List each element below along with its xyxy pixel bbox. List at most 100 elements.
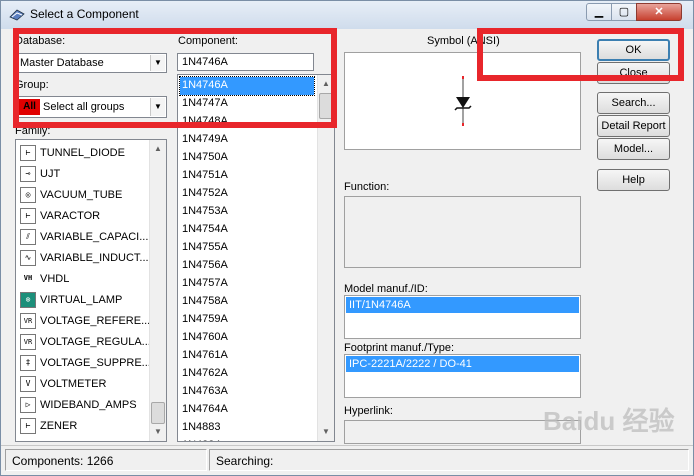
component-item-label: 1N4755A xyxy=(182,241,228,253)
family-item-ujt[interactable]: ⊸ UJT xyxy=(18,164,150,185)
component-item-label: 1N4752A xyxy=(182,187,228,199)
voltage-reference-icon: VR xyxy=(20,313,36,329)
status-searching-text: Searching: xyxy=(216,454,274,468)
family-item-varactor[interactable]: ⊢ VARACTOR xyxy=(18,206,150,227)
family-item-label: VARACTOR xyxy=(40,210,101,222)
component-item[interactable]: 1N4751A xyxy=(180,167,314,185)
component-item[interactable]: 1N4752A xyxy=(180,185,314,203)
component-item-label: 1N4763A xyxy=(182,385,228,397)
status-bar: Components: 1266 Searching: xyxy=(1,445,693,475)
family-item-variable-inductor[interactable]: ∿ VARIABLE_INDUCT... xyxy=(18,248,150,269)
family-item-voltage-regulator[interactable]: VR VOLTAGE_REGULA... xyxy=(18,332,151,353)
family-item-tunnel-diode[interactable]: ⊢ TUNNEL_DIODE xyxy=(18,143,150,164)
component-item[interactable]: 1N4760A xyxy=(180,329,314,347)
family-item-label: VARIABLE_CAPACI... xyxy=(40,231,149,243)
annotation-box-left xyxy=(13,28,337,128)
minimize-button[interactable]: ▁ xyxy=(586,3,612,21)
component-item[interactable]: 1N4761A xyxy=(180,347,314,365)
close-icon: ✕ xyxy=(654,6,664,18)
annotation-box-right xyxy=(477,28,684,81)
family-item-voltmeter[interactable]: V VOLTMETER xyxy=(18,374,150,395)
scroll-up-icon[interactable]: ▲ xyxy=(150,141,166,157)
watermark: Baidu 经验 xyxy=(543,406,675,436)
maximize-icon: ▢ xyxy=(618,6,630,18)
search-button[interactable]: Search... xyxy=(597,92,670,114)
component-item-label: 1N4884 xyxy=(182,439,221,441)
family-item-vhdl[interactable]: VH VHDL xyxy=(18,269,150,290)
voltage-suppressor-icon: ‡ xyxy=(20,355,36,371)
wideband-amps-icon: ▷ xyxy=(20,397,36,413)
component-item-label: 1N4759A xyxy=(182,313,228,325)
voltmeter-icon: V xyxy=(20,376,36,392)
component-item[interactable]: 1N4753A xyxy=(180,203,314,221)
component-item[interactable]: 1N4883 xyxy=(180,419,314,437)
function-label: Function: xyxy=(344,181,390,193)
help-button[interactable]: Help xyxy=(597,169,670,191)
component-item[interactable]: 1N4759A xyxy=(180,311,314,329)
component-item[interactable]: 1N4764A xyxy=(180,401,314,419)
component-item[interactable]: 1N4755A xyxy=(180,239,314,257)
component-item-label: 1N4760A xyxy=(182,331,228,343)
hyperlink-label: Hyperlink: xyxy=(344,405,393,417)
model-value: IIT/1N4746A xyxy=(349,299,411,311)
vacuum-tube-icon: ◎ xyxy=(20,187,36,203)
detail-report-button[interactable]: Detail Report xyxy=(597,115,670,137)
family-item-label: VOLTAGE_REGULA... xyxy=(40,336,151,348)
title-bar: Select a Component ▁ ▢ ✕ xyxy=(1,1,693,29)
component-item-label: 1N4761A xyxy=(182,349,228,361)
component-item[interactable]: 1N4758A xyxy=(180,293,314,311)
family-item-variable-capacitor[interactable]: ⫽ VARIABLE_CAPACI... xyxy=(18,227,150,248)
maximize-button[interactable]: ▢ xyxy=(611,3,637,21)
component-item-label: 1N4749A xyxy=(182,133,228,145)
status-searching: Searching: xyxy=(209,449,689,471)
family-list[interactable]: ⊢ TUNNEL_DIODE ⊸ UJT ◎ VACUUM_TUBE ⊢ VARACTO… xyxy=(15,139,167,442)
model-button[interactable]: Model... xyxy=(597,138,670,160)
component-item[interactable]: 1N4762A xyxy=(180,365,314,383)
footprint-list[interactable]: IPC-2221A/2222 / DO-41 xyxy=(344,354,581,398)
component-item[interactable]: 1N4756A xyxy=(180,257,314,275)
footprint-row-selected[interactable]: IPC-2221A/2222 / DO-41 xyxy=(346,356,579,372)
family-item-label: VOLTMETER xyxy=(40,378,107,390)
component-item[interactable]: 1N4884 xyxy=(180,437,314,441)
component-item[interactable]: 1N4754A xyxy=(180,221,314,239)
footprint-value: IPC-2221A/2222 / DO-41 xyxy=(349,358,472,370)
function-box xyxy=(344,196,581,268)
family-item-voltage-reference[interactable]: VR VOLTAGE_REFERE... xyxy=(18,311,150,332)
component-scrollbar[interactable]: ▲ ▼ xyxy=(317,75,334,441)
family-item-zener[interactable]: ⊢ ZENER xyxy=(18,416,150,437)
family-item-virtual-lamp[interactable]: ⊗ VIRTUAL_LAMP xyxy=(18,290,150,311)
scroll-thumb[interactable] xyxy=(151,402,165,424)
component-list[interactable]: 1N4746A 1N4747A 1N4748A 1N4749A 1N4750A 1N475… xyxy=(177,74,335,442)
component-item[interactable]: 1N4750A xyxy=(180,149,314,167)
component-item[interactable]: 1N4749A xyxy=(180,131,314,149)
family-item-label: VARIABLE_INDUCT... xyxy=(40,252,149,264)
component-item-label: 1N4883 xyxy=(182,421,221,433)
component-item-label: 1N4751A xyxy=(182,169,228,181)
component-item-label: 1N4757A xyxy=(182,277,228,289)
model-list[interactable]: IIT/1N4746A xyxy=(344,295,581,339)
component-item-label: 1N4762A xyxy=(182,367,228,379)
status-components: Components: 1266 xyxy=(5,449,207,471)
variable-capacitor-icon: ⫽ xyxy=(20,229,36,245)
component-item-label: 1N4753A xyxy=(182,205,228,217)
family-item-vacuum-tube[interactable]: ◎ VACUUM_TUBE xyxy=(18,185,150,206)
close-window-button[interactable]: ✕ xyxy=(636,3,682,21)
window-title: Select a Component xyxy=(30,7,139,21)
status-components-text: Components: 1266 xyxy=(12,454,114,468)
voltage-regulator-icon: VR xyxy=(20,334,36,350)
tunnel-diode-icon: ⊢ xyxy=(20,145,36,161)
varactor-icon: ⊢ xyxy=(20,208,36,224)
scroll-down-icon[interactable]: ▼ xyxy=(150,424,166,440)
variable-inductor-icon: ∿ xyxy=(20,250,36,266)
family-item-voltage-suppressor[interactable]: ‡ VOLTAGE_SUPPRE... xyxy=(18,353,151,374)
scroll-down-icon[interactable]: ▼ xyxy=(318,424,334,440)
family-item-wideband-amps[interactable]: ▷ WIDEBAND_AMPS xyxy=(18,395,150,416)
component-item[interactable]: 1N4757A xyxy=(180,275,314,293)
vhdl-icon: VH xyxy=(20,271,36,287)
family-scrollbar[interactable]: ▲ ▼ xyxy=(149,140,166,441)
component-item[interactable]: 1N4763A xyxy=(180,383,314,401)
virtual-lamp-icon: ⊗ xyxy=(20,292,36,308)
model-row-selected[interactable]: IIT/1N4746A xyxy=(346,297,579,313)
family-item-label: VOLTAGE_REFERE... xyxy=(40,315,151,327)
family-item-label: ZENER xyxy=(40,420,78,432)
